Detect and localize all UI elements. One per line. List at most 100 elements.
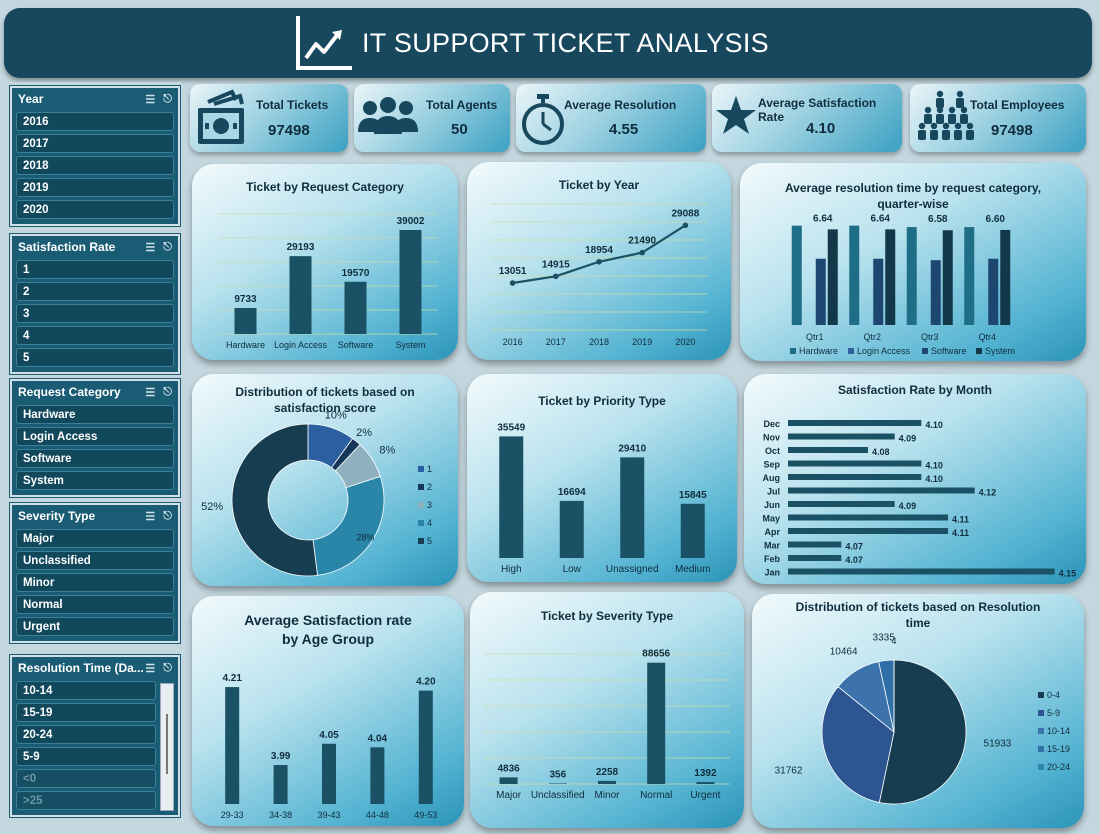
slicer-item[interactable]: 5	[16, 348, 174, 367]
slicer-item[interactable]: Minor	[16, 573, 174, 592]
x-tick-label: 44-48	[366, 810, 389, 820]
data-point	[682, 222, 689, 229]
slicer-item[interactable]: 2017	[16, 134, 174, 153]
legend-swatch	[418, 502, 424, 508]
slicer-item[interactable]: 3	[16, 304, 174, 323]
slicer-item[interactable]: 4	[16, 326, 174, 345]
bar	[559, 500, 584, 558]
bar	[942, 230, 953, 325]
data-label: 4836	[497, 763, 520, 774]
slicer-item[interactable]: 2020	[16, 200, 174, 219]
slicer-item[interactable]: <0	[16, 769, 156, 788]
slicer-item[interactable]: 15-19	[16, 703, 156, 722]
employees-icon	[918, 90, 974, 140]
slicer-item[interactable]: 2019	[16, 178, 174, 197]
data-label: 15845	[679, 490, 707, 501]
slicer-item[interactable]: System	[16, 471, 174, 490]
bar	[788, 447, 868, 453]
x-tick-label: Urgent	[690, 790, 720, 801]
clear-filter-icon[interactable]: ⎋	[163, 386, 172, 399]
legend-swatch	[418, 466, 424, 472]
chart-age-group: 4.21 29-33 3.99 34-38 4.05 39-43 4.04 44-48 4.20…	[221, 673, 438, 820]
multi-select-icon[interactable]: ☰	[145, 662, 155, 675]
data-label: 4.21	[222, 673, 242, 684]
legend-swatch	[922, 348, 928, 354]
multi-select-icon[interactable]: ☰	[145, 93, 155, 106]
bar	[499, 436, 524, 558]
slicer-item[interactable]: 10-14	[16, 681, 156, 700]
data-label: 14915	[542, 259, 570, 270]
slicer-item[interactable]: Unclassified	[16, 551, 174, 570]
slicer-item[interactable]: 5-9	[16, 747, 156, 766]
slicer-scrollbar[interactable]	[160, 683, 174, 811]
kpi-value: 4.55	[609, 121, 639, 138]
slicer-item[interactable]: Login Access	[16, 427, 174, 446]
bar	[988, 258, 999, 325]
slicer-item[interactable]: Normal	[16, 595, 174, 614]
page-title: IT SUPPORT TICKET ANALYSIS	[362, 28, 769, 58]
bar	[399, 229, 422, 334]
slicer-item[interactable]: 1	[16, 260, 174, 279]
slicer-item[interactable]: Software	[16, 449, 174, 468]
data-label: 4.11	[952, 528, 969, 538]
data-label: 4.05	[319, 730, 339, 741]
data-label: 4.10	[925, 461, 943, 471]
data-label: 4.07	[845, 555, 863, 565]
slicer-item[interactable]: 2016	[16, 112, 174, 131]
bar	[788, 501, 895, 507]
slicer-header: Year ☰ ⎋	[12, 88, 178, 110]
scrollbar-thumb[interactable]	[166, 714, 168, 774]
bar	[788, 460, 922, 467]
multi-select-icon[interactable]: ☰	[145, 241, 155, 254]
slicer-item[interactable]: Urgent	[16, 617, 174, 636]
kpi-average-satisfaction: Average Satisfaction Rate 4.10	[712, 84, 902, 152]
data-label: 10%	[325, 409, 347, 421]
bar	[873, 258, 884, 325]
clear-filter-icon[interactable]: ⎋	[163, 93, 172, 106]
bar	[788, 528, 948, 534]
slicer-icons: ☰ ⎋	[145, 662, 172, 675]
data-label: 6.60	[986, 214, 1006, 225]
bar	[885, 229, 896, 325]
card-resolution-time: Distribution of tickets based on Resolut…	[752, 594, 1084, 828]
x-tick-label: 2020	[675, 337, 695, 347]
card-resolution-quarter: Average resolution time by request categ…	[740, 163, 1086, 361]
slicer-item[interactable]: Major	[16, 529, 174, 548]
slicer-title: Request Category	[18, 385, 121, 399]
bar	[930, 260, 941, 325]
slicer-item[interactable]: 2018	[16, 156, 174, 175]
slicer-item[interactable]: >25	[16, 791, 156, 810]
clear-filter-icon[interactable]: ⎋	[163, 510, 172, 523]
slicer-list: 10-14 15-19 20-24 5-9 <0 >25	[12, 679, 178, 815]
data-point	[596, 258, 602, 265]
bar	[788, 568, 1055, 575]
slicer-icons: ☰ ⎋	[145, 510, 172, 523]
data-label: 28%	[356, 532, 374, 542]
bar	[964, 227, 975, 325]
multi-select-icon[interactable]: ☰	[145, 510, 155, 523]
bar	[788, 541, 842, 548]
clear-filter-icon[interactable]: ⎋	[163, 662, 172, 675]
legend-label: 4	[427, 518, 432, 528]
legend-swatch	[418, 484, 424, 490]
clear-filter-icon[interactable]: ⎋	[163, 241, 172, 254]
card-ticket-by-request-category: Ticket by Request Category 9733 Hardware 2…	[192, 164, 458, 360]
data-label: 4	[891, 636, 896, 646]
legend-label: Login Access	[857, 346, 911, 356]
card-satisfaction-score: Distribution of tickets based on satisfa…	[192, 374, 458, 586]
data-label: 88656	[642, 649, 670, 660]
data-label: 52%	[201, 501, 223, 513]
y-tick-label: Jul	[767, 487, 780, 497]
bar	[788, 514, 948, 521]
data-label: 9733	[234, 294, 257, 305]
card-ticket-by-severity: Ticket by Severity Type 4836 Major 356 Uncl…	[470, 592, 744, 828]
y-tick-label: Nov	[763, 433, 780, 443]
slicer-item[interactable]: 20-24	[16, 725, 156, 744]
slicer-item[interactable]: Hardware	[16, 405, 174, 424]
slicer-item[interactable]: 2	[16, 282, 174, 301]
bar	[273, 765, 288, 804]
x-tick-label: Qtr2	[863, 332, 881, 342]
multi-select-icon[interactable]: ☰	[145, 386, 155, 399]
legend-label: 0-4	[1047, 690, 1060, 700]
slicer-list: Major Unclassified Minor Normal Urgent	[12, 527, 178, 641]
